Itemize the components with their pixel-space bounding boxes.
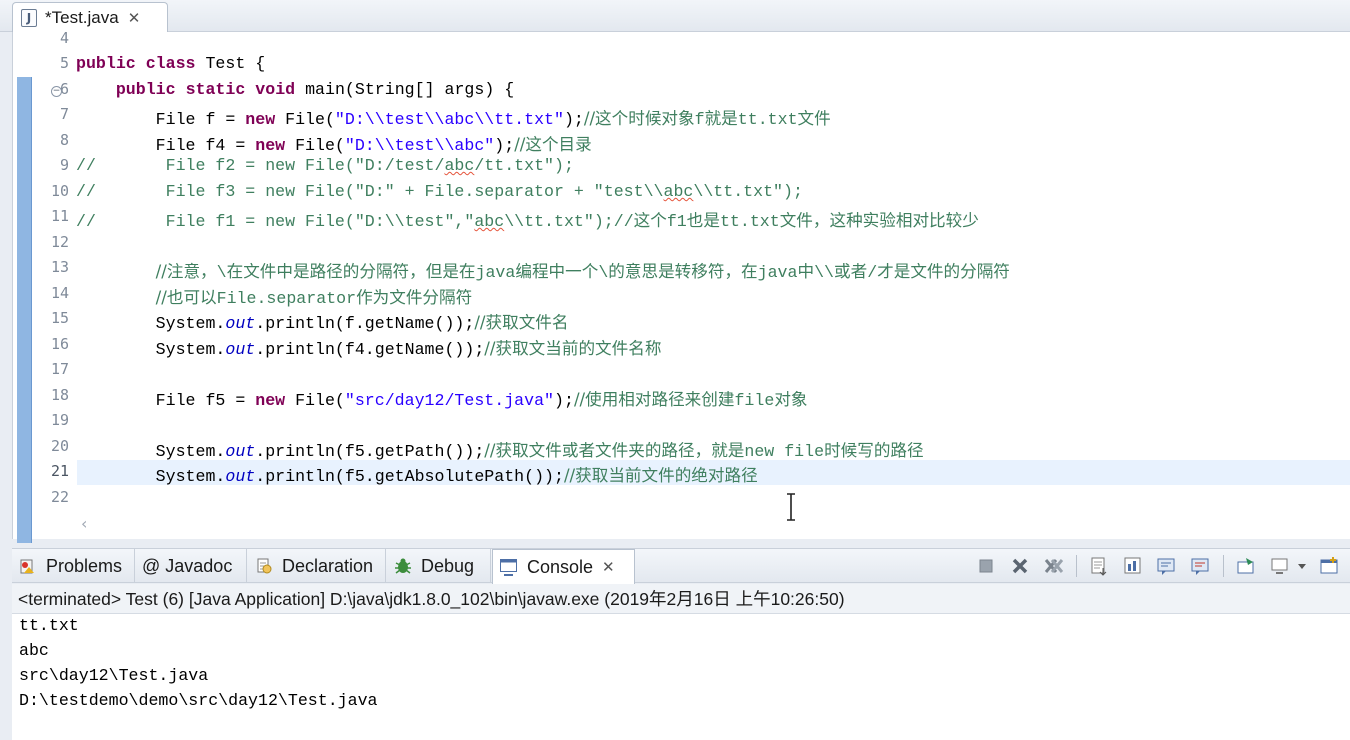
java-file-icon: J — [21, 9, 37, 27]
show-on-stderr-icon[interactable] — [1189, 554, 1213, 578]
word-wrap-icon[interactable] — [1121, 554, 1145, 578]
tab-label: Problems — [46, 555, 123, 576]
remove-all-terminated-icon[interactable] — [1042, 554, 1066, 578]
tab-javadoc[interactable]: @ Javadoc — [136, 549, 247, 583]
tab-console[interactable]: Console ✕ — [492, 549, 635, 584]
code-line-9: // File f2 = new File("D:/test/abc/tt.tx… — [76, 156, 574, 175]
code-line-7: File f = new File("D:\\test\\abc\\tt.txt… — [155, 109, 831, 129]
declaration-icon — [254, 556, 274, 576]
code-line-5: public class Test { — [76, 54, 266, 73]
code-line-6: public static void main(String[] args) { — [115, 80, 515, 99]
code-line-16: System.out.println(f4.getName());//获取文当前… — [155, 339, 662, 359]
code-line-21: System.out.println(f5.getAbsolutePath())… — [155, 466, 758, 486]
pin-console-icon[interactable] — [1234, 554, 1258, 578]
code-line-13: //注意，\在文件中是路径的分隔符，但是在java编程中一个\的意思是转移符，在… — [155, 262, 1010, 282]
code-line-11: // File f1 = new File("D:\\test","abc\\t… — [76, 211, 979, 231]
code-line-10: // File f3 = new File("D:" + File.separa… — [76, 182, 803, 201]
console-output-line: D:\testdemo\demo\src\day12\Test.java — [19, 691, 378, 710]
remove-launch-icon[interactable] — [1008, 554, 1032, 578]
display-console-icon[interactable] — [1268, 554, 1292, 578]
dropdown-arrow-icon[interactable] — [1296, 554, 1308, 578]
scroll-left-arrow-icon[interactable]: ‹ — [81, 514, 87, 533]
code-line-8: File f4 = new File("D:\\test\\abc");//这个… — [155, 135, 592, 155]
problems-icon — [18, 556, 38, 576]
console-output-line: src\day12\Test.java — [19, 666, 209, 685]
tab-label: Debug — [421, 555, 475, 576]
scroll-lock-icon[interactable] — [1087, 554, 1111, 578]
tab-label: Declaration — [282, 555, 374, 576]
close-icon[interactable]: ✕ — [128, 9, 141, 27]
tab-problems[interactable]: Problems — [12, 549, 135, 583]
tab-label: @ Javadoc — [142, 555, 233, 576]
tab-label: Console — [527, 556, 594, 577]
open-console-icon[interactable] — [1318, 554, 1342, 578]
views-tab-bar: Problems @ Javadoc Declaration Debug Con… — [12, 548, 1350, 584]
tab-debug[interactable]: Debug — [387, 549, 491, 583]
console-output-line: tt.txt — [19, 616, 79, 635]
console-toolbar — [964, 553, 1342, 579]
code-line-18: File f5 = new File("src/day12/Test.java"… — [155, 390, 808, 410]
console-view[interactable]: <terminated> Test (6) [Java Application]… — [12, 584, 1350, 740]
code-line-15: System.out.println(f.getName());//获取文件名 — [155, 313, 569, 333]
code-line-20: System.out.println(f5.getPath());//获取文件或… — [155, 441, 924, 461]
terminate-icon[interactable] — [974, 554, 998, 578]
editor-tab-label: *Test.java — [45, 8, 119, 27]
show-on-stdout-icon[interactable] — [1155, 554, 1179, 578]
text-cursor-icon — [787, 493, 795, 521]
console-output-line: abc — [19, 641, 49, 660]
code-line-14: //也可以File.separator作为文件分隔符 — [155, 288, 473, 308]
console-status-line: <terminated> Test (6) [Java Application]… — [12, 584, 1350, 614]
code-editor[interactable]: 4 5 6 7 8 9 10 11 12 13 14 15 16 17 18 1… — [12, 29, 1350, 543]
code-area[interactable]: public class Test { public static void m… — [13, 32, 1350, 507]
tab-declaration[interactable]: Declaration — [248, 549, 386, 583]
editor-tab-bar: J *Test.java ✕ — [0, 0, 1350, 33]
close-icon[interactable]: ✕ — [602, 558, 615, 576]
debug-icon — [393, 556, 413, 576]
console-icon — [499, 557, 519, 577]
